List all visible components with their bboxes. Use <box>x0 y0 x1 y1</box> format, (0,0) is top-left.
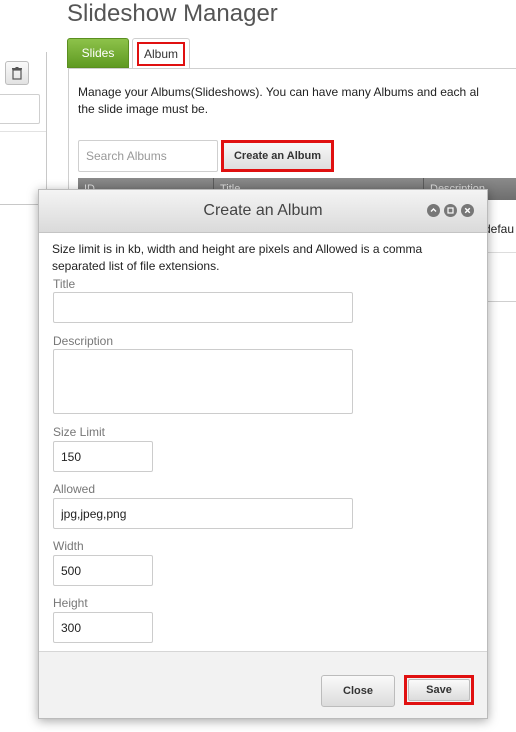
tab-album-label: Album <box>136 41 185 66</box>
search-albums-input[interactable] <box>78 140 218 172</box>
create-album-button[interactable]: Create an Album <box>221 140 334 172</box>
album-intro-line2: the slide image must be. <box>78 102 209 116</box>
size-limit-field[interactable] <box>53 441 153 472</box>
maximize-icon <box>447 207 454 214</box>
album-intro-text: Manage your Albums(Slideshows). You can … <box>78 84 516 118</box>
width-label: Width <box>53 539 84 553</box>
width-field[interactable] <box>53 555 153 586</box>
album-intro-line1: Manage your Albums(Slideshows). You can … <box>78 85 479 99</box>
title-label: Title <box>53 277 76 291</box>
allowed-field[interactable] <box>53 498 353 529</box>
table-cell-description: defau <box>484 222 515 236</box>
dialog-description: Size limit is in kb, width and height ar… <box>52 242 423 273</box>
description-label: Description <box>53 334 114 348</box>
height-field[interactable] <box>53 612 153 643</box>
dialog-title: Create an Album <box>203 202 323 219</box>
allowed-label: Allowed <box>53 482 96 496</box>
size-limit-label: Size Limit <box>53 425 106 439</box>
minimize-button[interactable] <box>427 204 440 217</box>
left-input[interactable] <box>0 94 40 124</box>
left-separator <box>0 131 46 132</box>
trash-button[interactable] <box>5 61 29 85</box>
dialog-body: Size limit is in kb, width and height ar… <box>52 241 474 275</box>
tab-slides-label: Slides <box>81 46 115 60</box>
close-icon <box>464 207 471 214</box>
trash-icon <box>12 66 22 80</box>
close-window-button[interactable] <box>461 204 474 217</box>
create-album-dialog: Create an Album Size limit is in kb, wid… <box>38 189 488 719</box>
dialog-header[interactable]: Create an Album <box>39 190 487 233</box>
table-row-divider <box>488 252 516 253</box>
tab-slides[interactable]: Slides <box>67 38 129 68</box>
description-field[interactable] <box>53 349 353 414</box>
close-button[interactable]: Close <box>321 675 395 707</box>
minimize-icon <box>430 208 437 212</box>
title-field[interactable] <box>53 292 353 323</box>
page-title: Slideshow Manager <box>67 0 278 27</box>
maximize-button[interactable] <box>444 204 457 217</box>
save-button[interactable]: Save <box>408 679 470 701</box>
height-label: Height <box>53 596 88 610</box>
tab-album[interactable]: Album <box>132 38 190 68</box>
